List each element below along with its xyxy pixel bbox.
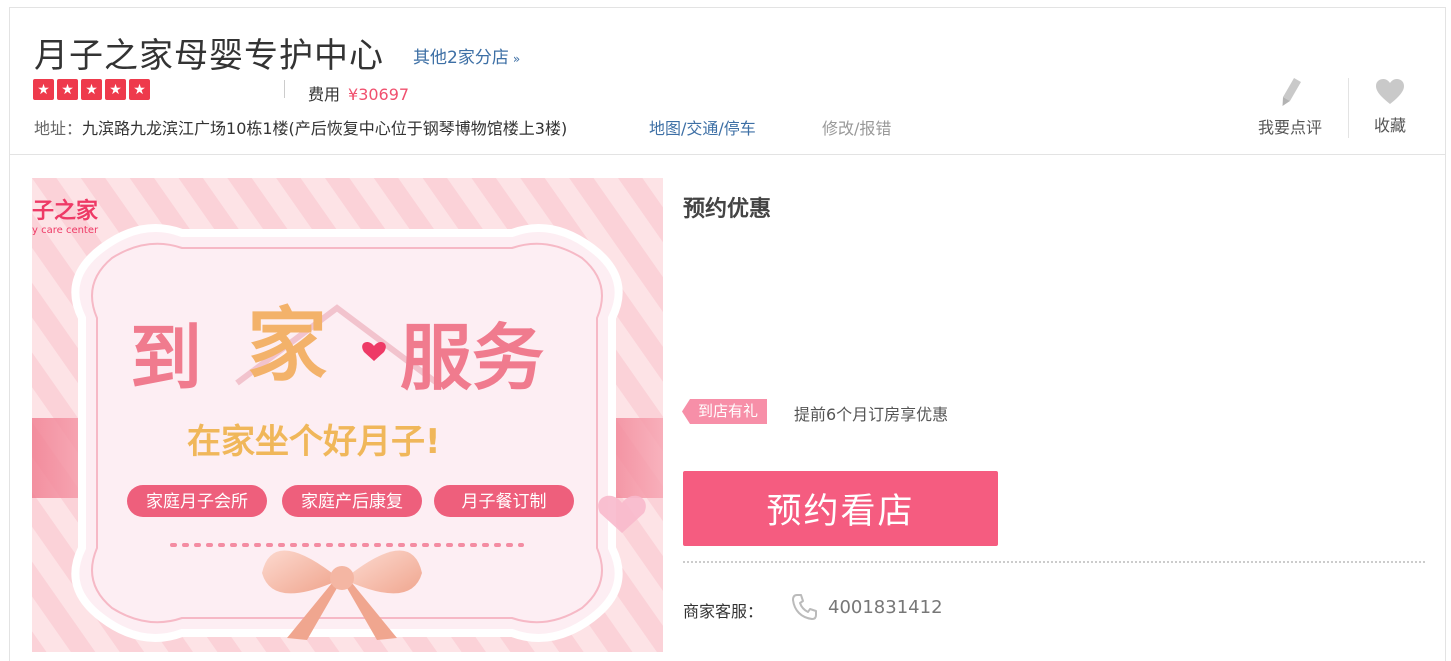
fee-label: 费用	[308, 85, 341, 104]
gift-tag: 到店有礼	[682, 399, 768, 424]
pencil-icon	[1282, 78, 1301, 106]
banner-headline-2: 家	[247, 299, 327, 392]
star-icon: ★	[129, 79, 150, 100]
banner-artwork: 到 家 服务 在家坐个好月子! 家庭月子会所 家庭产后康复 月子餐订制 子之家 …	[32, 178, 663, 652]
banner-headline-3: 服务	[400, 316, 544, 400]
divider	[683, 561, 1425, 563]
banner-subline: 在家坐个好月子!	[187, 422, 441, 462]
promo-banner-image[interactable]: 到 家 服务 在家坐个好月子! 家庭月子会所 家庭产后康复 月子餐订制 子之家 …	[32, 178, 663, 652]
fee-value: ¥30697	[348, 85, 410, 104]
fee-info: 费用 ¥30697	[308, 81, 409, 105]
divider	[1348, 78, 1349, 138]
banner-pill-3: 月子餐订制	[462, 492, 547, 512]
star-icon: ★	[33, 79, 54, 100]
other-branches-label: 其他2家分店	[413, 48, 509, 68]
shop-name: 月子之家母婴专护中心	[34, 36, 384, 76]
gift-text: 提前6个月订房享优惠	[794, 405, 949, 424]
banner-pill-1: 家庭月子会所	[146, 492, 248, 512]
banner-corner-brand-en: y care center	[32, 225, 99, 236]
write-review-label: 我要点评	[1257, 118, 1322, 137]
promo-title: 预约优惠	[683, 197, 772, 222]
edit-report-link[interactable]: 修改/报错	[822, 115, 891, 139]
star-icon: ★	[81, 79, 102, 100]
banner-headline-1: 到	[130, 316, 202, 400]
other-branches-link[interactable]: 其他2家分店»	[413, 43, 520, 68]
write-review-button[interactable]: 我要点评	[1250, 78, 1330, 140]
star-icon: ★	[57, 79, 78, 100]
divider	[10, 154, 1445, 155]
address: 地址：九滨路九龙滨江广场10栋1楼(产后恢复中心位于钢琴博物馆楼上3楼)	[34, 115, 567, 139]
address-label: 地址：	[34, 119, 83, 138]
shop-header-card: 月子之家母婴专护中心 其他2家分店» ★ ★ ★ ★ ★ 费用 ¥30697 地址：九滨路…	[9, 7, 1446, 661]
favorite-button[interactable]: 收藏	[1356, 78, 1424, 140]
address-text: 九滨路九龙滨江广场10栋1楼(产后恢复中心位于钢琴博物馆楼上3楼)	[82, 119, 568, 138]
heart-icon	[1376, 79, 1404, 104]
banner-corner-brand: 子之家	[32, 198, 99, 224]
star-icon: ★	[105, 79, 126, 100]
divider	[284, 80, 285, 98]
rating-stars: ★ ★ ★ ★ ★	[33, 79, 150, 100]
service-label: 商家客服：	[683, 602, 764, 621]
service-phone[interactable]: 4001831412	[828, 597, 943, 618]
favorite-label: 收藏	[1373, 116, 1406, 135]
phone-icon	[792, 594, 817, 620]
map-traffic-parking-link[interactable]: 地图/交通/停车	[649, 115, 756, 139]
banner-pill-2: 家庭产后康复	[301, 492, 403, 512]
chevron-down-icon: »	[512, 52, 521, 66]
book-visit-button[interactable]: 预约看店	[683, 471, 998, 546]
